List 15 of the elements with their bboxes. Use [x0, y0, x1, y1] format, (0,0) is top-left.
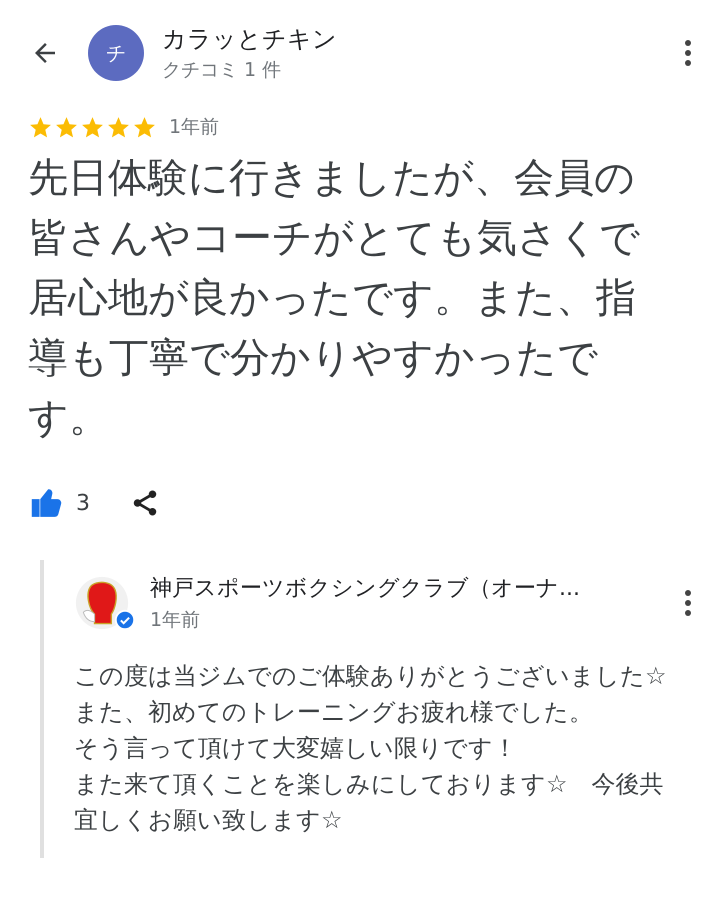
- reply-text: そう言って頂けて大変嬉しい限りです！: [74, 733, 518, 764]
- reply-text: また、初めてのトレーニングお疲れ様でした。: [74, 697, 594, 728]
- reply-text: この度は当ジムでのご体験ありがとうございました☆: [74, 661, 668, 692]
- like-button[interactable]: 3: [30, 486, 90, 520]
- glove-logo-icon: [74, 575, 130, 631]
- reviewer-name: カラッとチキン: [162, 24, 338, 55]
- more-icon[interactable]: [684, 589, 692, 617]
- owner-name: 神戸スポーツボクシングクラブ（オーナ...: [150, 575, 581, 603]
- more-icon[interactable]: [684, 39, 692, 67]
- review-text: 先日体験に行きましたが、会員の皆さんやコーチがとても気さくで居心地が良かったです。また、指導も丁寧で分かりやすかったです。: [28, 154, 641, 443]
- review-count: クチコミ 1 件: [162, 58, 282, 83]
- user-avatar: チ: [88, 25, 144, 81]
- review-time: 1年前: [169, 115, 220, 140]
- reply-text: また来て頂くことを楽しみにしております☆ 今後共宜しくお願い致します☆: [74, 769, 665, 836]
- reply-time: 1年前: [150, 608, 202, 633]
